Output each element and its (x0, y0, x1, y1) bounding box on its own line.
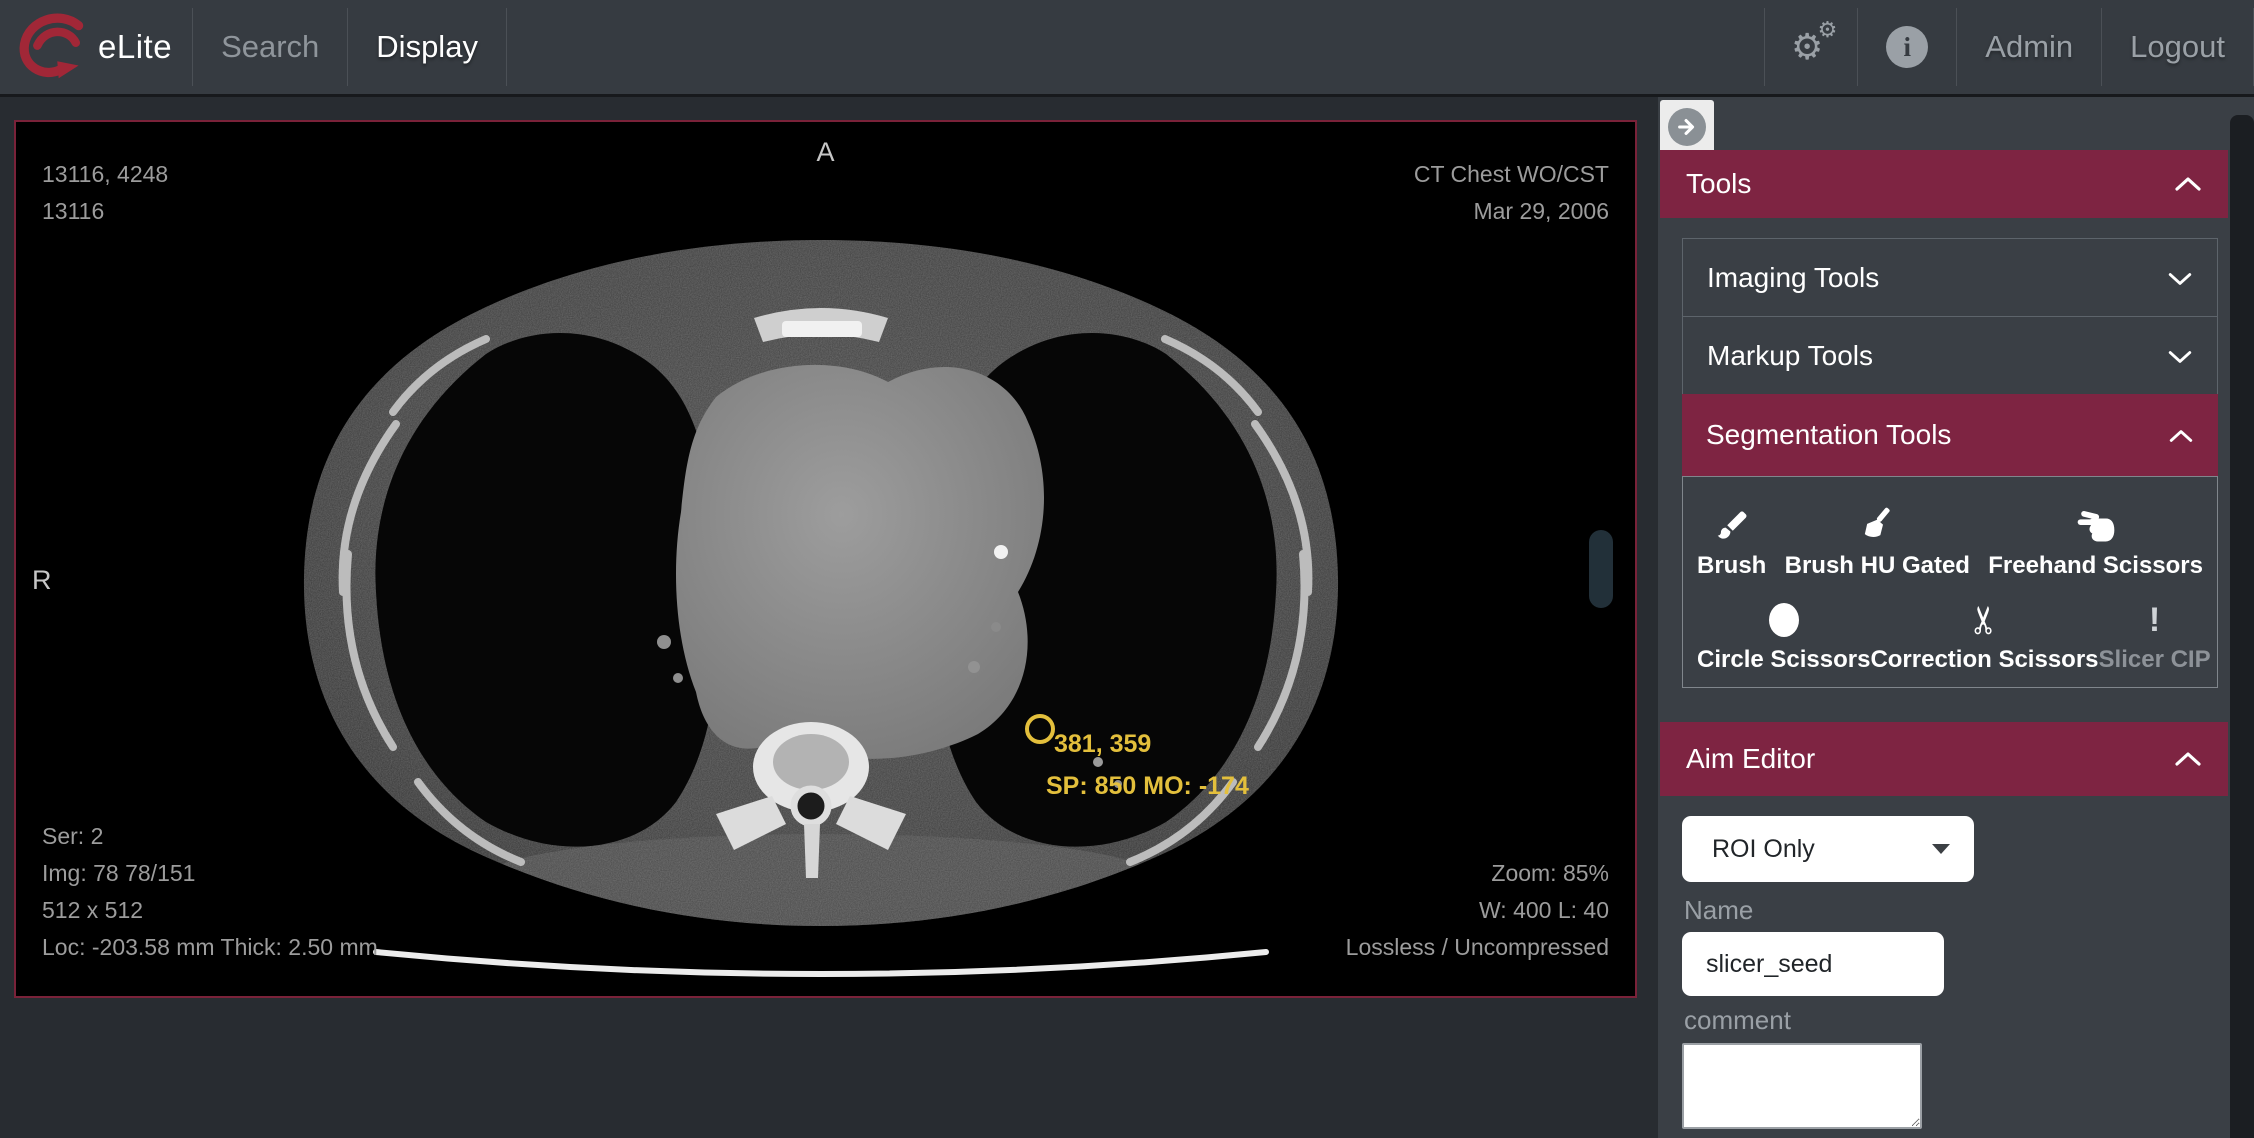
collapse-sidebar-button[interactable] (1660, 100, 1714, 154)
caret-down-icon (1932, 844, 1950, 854)
chevron-down-icon (2167, 262, 2193, 294)
sidebar-scrollbar-track[interactable] (2230, 115, 2254, 1138)
info-button[interactable]: i (1858, 0, 1956, 94)
aim-editor-section-header[interactable]: Aim Editor (1660, 722, 2228, 796)
study-info-overlay: CT Chest WO/CST Mar 29, 2006 (1413, 161, 1609, 224)
annotation-coords: 381, 359 (1054, 730, 1152, 758)
accordion-label: Segmentation Tools (1706, 419, 1952, 450)
slice-scrollbar-thumb[interactable] (1589, 530, 1613, 608)
aim-template-select[interactable]: ROI Only (1682, 816, 1974, 882)
hand-scissors-icon (2075, 503, 2117, 549)
segmentation-tools-panel: Brush Brush HU Gated Freehand Scissors C… (1682, 476, 2218, 688)
accordion-label: Imaging Tools (1707, 261, 1880, 293)
accordion-markup-tools[interactable]: Markup Tools (1682, 316, 2218, 395)
circle-icon (1768, 597, 1799, 643)
chevron-up-icon (2174, 168, 2202, 200)
arrow-right-icon (1668, 108, 1706, 146)
exclamation-icon: ! (2148, 601, 2161, 639)
seg-tools-row-2: Circle Scissors ✂ Correction Scissors ! … (1697, 583, 2211, 677)
aim-name-input[interactable] (1682, 932, 1944, 996)
freehand-scissors-tool-button[interactable]: Freehand Scissors (1988, 503, 2203, 583)
scissors-icon: ✂ (1963, 604, 2006, 636)
tools-section-header[interactable]: Tools (1660, 150, 2228, 218)
tab-search[interactable]: Search (193, 0, 347, 94)
broom-icon (1857, 503, 1897, 549)
aim-comment-textarea[interactable] (1682, 1043, 1922, 1129)
patient-info-overlay: 13116, 4248 13116 (42, 161, 169, 224)
orientation-marker-right: R (32, 565, 52, 595)
series-info-overlay: Ser: 2 Img: 78 78/151 512 x 512 Loc: -20… (42, 823, 378, 960)
correction-scissors-tool-button[interactable]: ✂ Correction Scissors (1870, 597, 2098, 677)
seed-marker-icon (1025, 714, 1055, 744)
elite-app: eLite Search Display ⚙⚙ i Admin Logout (0, 0, 2254, 1138)
comment-field-label: comment (1684, 1005, 1791, 1035)
info-icon: i (1886, 26, 1929, 68)
logout-link[interactable]: Logout (2102, 0, 2253, 94)
annotation-stats: SP: 850 MO: -174 (1046, 772, 1249, 800)
navbar-spacer (507, 0, 1764, 94)
brush-tool-button[interactable]: Brush (1697, 503, 1766, 583)
navbar: eLite Search Display ⚙ ⚙ i Admin Logout (0, 0, 2254, 97)
dicom-viewport[interactable]: 13116, 4248 13116 CT Chest WO/CST Mar 29… (14, 120, 1637, 998)
name-field-label: Name (1684, 895, 1754, 925)
chevron-up-icon (2168, 419, 2194, 451)
tools-section-title: Tools (1686, 168, 1752, 199)
paintbrush-icon (1713, 503, 1751, 549)
circle-scissors-tool-button[interactable]: Circle Scissors (1697, 597, 1870, 677)
seg-tools-row-1: Brush Brush HU Gated Freehand Scissors (1697, 489, 2203, 583)
accordion-label: Markup Tools (1707, 339, 1874, 371)
aim-template-selected-value: ROI Only (1712, 834, 1815, 863)
chevron-down-icon (2167, 340, 2193, 372)
admin-link[interactable]: Admin (1957, 0, 2101, 94)
aim-editor-title: Aim Editor (1686, 743, 1816, 774)
settings-button[interactable]: ⚙ ⚙ (1765, 0, 1857, 94)
brand-logo[interactable]: eLite (0, 0, 192, 94)
slicer-cip-tool-button[interactable]: ! Slicer CIP (2099, 597, 2211, 677)
gears-icon: ⚙ ⚙ (1791, 17, 1838, 67)
brand-name: eLite (98, 28, 173, 65)
tools-sidebar: Tools Imaging Tools Markup Tools Segment… (1658, 97, 2254, 1138)
tab-display[interactable]: Display (348, 0, 506, 94)
brush-hu-gated-tool-button[interactable]: Brush HU Gated (1785, 503, 1970, 583)
display-info-overlay: Zoom: 85% W: 400 L: 40 Lossless / Uncomp… (1345, 860, 1609, 960)
orientation-marker-anterior: A (816, 137, 835, 167)
accordion-imaging-tools[interactable]: Imaging Tools (1682, 238, 2218, 317)
elite-swirl-icon (19, 13, 84, 79)
accordion-segmentation-tools[interactable]: Segmentation Tools (1682, 394, 2218, 476)
chevron-up-icon (2174, 743, 2202, 775)
